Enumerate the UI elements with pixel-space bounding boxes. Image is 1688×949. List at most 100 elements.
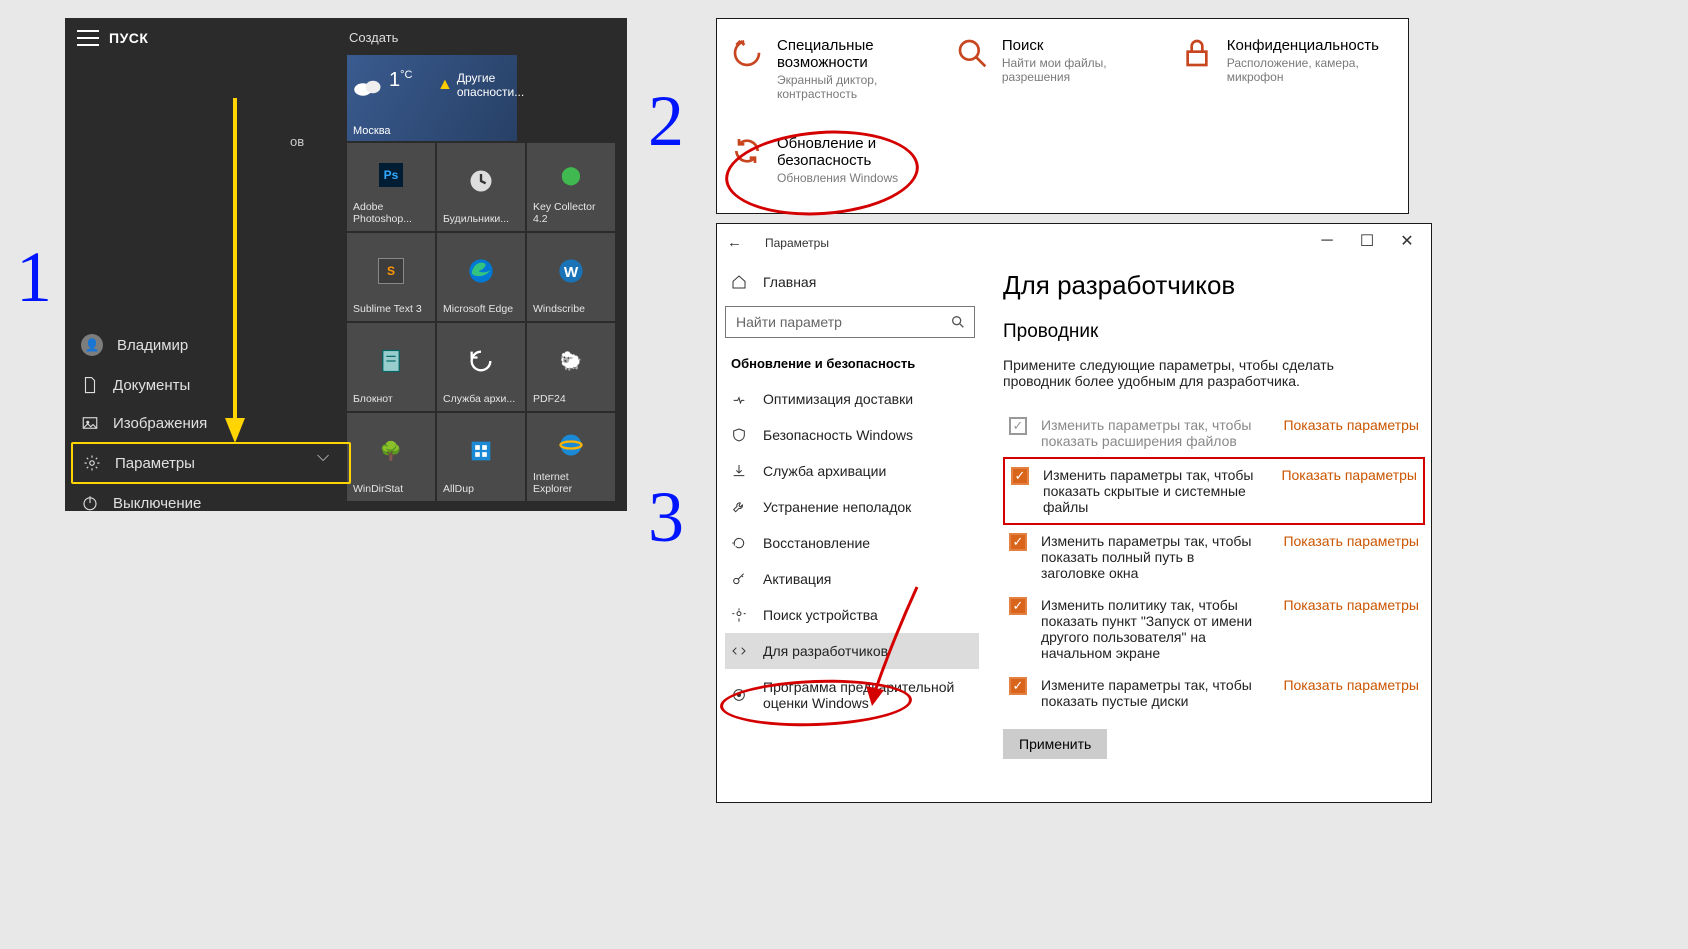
nav-recovery[interactable]: Восстановление [725, 525, 979, 561]
nav-home[interactable]: Главная [725, 264, 979, 300]
documents-item[interactable]: Документы [71, 366, 351, 404]
tile-alarms[interactable]: Будильники... [437, 143, 525, 231]
option-full-path[interactable]: ✓ Изменить параметры так, чтобы показать… [1003, 525, 1425, 589]
show-link[interactable]: Показать параметры [1273, 677, 1419, 693]
cat-desc: Экранный диктор, контрастность [777, 73, 927, 101]
tile-label: AllDup [443, 483, 474, 495]
cat-title: Поиск [1002, 37, 1152, 54]
home-icon [731, 274, 747, 290]
tile-archive[interactable]: Служба архи... [437, 323, 525, 411]
history-icon [467, 347, 495, 375]
cloud-icon [353, 77, 383, 97]
show-link[interactable]: Показать параметры [1273, 597, 1419, 613]
checkbox[interactable]: ✓ [1009, 677, 1027, 695]
lock-icon [1181, 37, 1213, 69]
option-empty-drives[interactable]: ✓ Измените параметры так, чтобы показать… [1003, 669, 1425, 717]
settings-item[interactable]: Параметры [71, 442, 351, 484]
cat-desc: Расположение, камера, микрофон [1227, 56, 1377, 84]
step-1-label: 1 [16, 236, 52, 319]
maximize-button[interactable]: ☐ [1347, 227, 1387, 255]
settings-categories: Специальные возможностиЭкранный диктор, … [716, 18, 1409, 214]
apply-button[interactable]: Применить [1003, 729, 1107, 759]
weather-tile[interactable]: 1°C ▲Другиеопасности... Москва [347, 55, 517, 141]
power-icon [81, 494, 99, 512]
close-button[interactable]: ✕ [1387, 227, 1427, 255]
developer-icon [731, 643, 747, 659]
tile-alldup[interactable]: AllDup [437, 413, 525, 501]
tile-edge[interactable]: Microsoft Edge [437, 233, 525, 321]
alldup-icon [467, 437, 495, 465]
tile-label: Microsoft Edge [443, 303, 513, 315]
settings-window: ← Параметры ─ ☐ ✕ Главная Найти параметр… [716, 223, 1432, 803]
tile-label: Блокнот [353, 393, 393, 405]
windscribe-icon: W [557, 257, 585, 285]
show-link[interactable]: Показать параметры [1273, 417, 1419, 433]
shield-icon [731, 427, 747, 443]
option-label: Изменить параметры так, чтобы показать п… [1041, 533, 1261, 581]
nav-findmydevice[interactable]: Поиск устройства [725, 597, 979, 633]
nav-label: Устранение неполадок [763, 499, 911, 515]
checkbox[interactable]: ✓ [1009, 533, 1027, 551]
nav-label: Безопасность Windows [763, 427, 913, 443]
tile-keycollector[interactable]: ⬤Key Collector 4.2 [527, 143, 615, 231]
insider-icon [731, 687, 747, 703]
user-account[interactable]: 👤 Владимир [71, 324, 351, 366]
step-3-label: 3 [648, 476, 684, 559]
step-2-label: 2 [648, 80, 684, 163]
option-label: Изменить политику так, чтобы показать пу… [1041, 597, 1261, 661]
tile-windscribe[interactable]: W Windscribe [527, 233, 615, 321]
user-name: Владимир [117, 337, 188, 354]
tile-pdf24[interactable]: 🐑PDF24 [527, 323, 615, 411]
document-icon [81, 376, 99, 394]
backup-icon [731, 463, 747, 479]
nav-insider[interactable]: Программа предварительной оценки Windows [725, 669, 979, 721]
cat-title: Конфиденциальность [1227, 37, 1379, 54]
search-icon [950, 314, 966, 330]
power-item[interactable]: Выключение [71, 484, 351, 522]
nav-developers[interactable]: Для разработчиков [725, 633, 979, 669]
checkbox[interactable]: ✓ [1009, 417, 1027, 435]
nav-label: Активация [763, 571, 831, 587]
category-search[interactable]: ПоискНайти мои файлы, разрешения [956, 37, 1181, 101]
window-title: Параметры [765, 236, 829, 250]
nav-label: Восстановление [763, 535, 870, 551]
tile-notepad[interactable]: Блокнот [347, 323, 435, 411]
category-update-security[interactable]: Обновление и безопасностьОбновления Wind… [731, 135, 963, 185]
section-title: Проводник [1003, 321, 1425, 343]
chevron-down-icon[interactable]: ⌵ [317, 448, 329, 466]
nav-security[interactable]: Безопасность Windows [725, 417, 979, 453]
option-hidden-files[interactable]: ✓ Изменить параметры так, чтобы показать… [1003, 457, 1425, 525]
tile-windirstat[interactable]: 🌳WinDirStat [347, 413, 435, 501]
category-privacy[interactable]: Конфиденциальность Расположение, камера, … [1181, 37, 1394, 101]
option-label: Изменить параметры так, чтобы показать р… [1041, 417, 1261, 449]
tile-label: PDF24 [533, 393, 566, 405]
hamburger-icon[interactable] [77, 30, 99, 46]
tile-label: Windscribe [533, 303, 585, 315]
minimize-button[interactable]: ─ [1307, 227, 1347, 255]
checkbox[interactable]: ✓ [1009, 597, 1027, 615]
delivery-icon [731, 391, 747, 407]
back-button[interactable]: ← [727, 234, 742, 251]
search-icon [956, 37, 988, 69]
tile-photoshop[interactable]: PsAdobe Photoshop... [347, 143, 435, 231]
nav-activation[interactable]: Активация [725, 561, 979, 597]
nav-troubleshoot[interactable]: Устранение неполадок [725, 489, 979, 525]
sync-icon [731, 135, 763, 167]
weather-city: Москва [353, 125, 391, 137]
cat-title: Специальные возможности [777, 37, 956, 71]
option-runas[interactable]: ✓ Изменить политику так, чтобы показать … [1003, 589, 1425, 669]
clock-icon [467, 167, 495, 195]
pictures-item[interactable]: Изображения [71, 404, 351, 442]
nav-backup[interactable]: Служба архивации [725, 453, 979, 489]
checkbox[interactable]: ✓ [1011, 467, 1029, 485]
show-link[interactable]: Показать параметры [1273, 533, 1419, 549]
tile-sublime[interactable]: SSublime Text 3 [347, 233, 435, 321]
nav-delivery[interactable]: Оптимизация доставки [725, 381, 979, 417]
search-input[interactable]: Найти параметр [725, 306, 975, 338]
annotation-arrow [225, 98, 245, 448]
tile-ie[interactable]: Internet Explorer [527, 413, 615, 501]
start-menu: ПУСК ов Создать 1°C ▲Другиеопасности... … [65, 18, 627, 511]
category-accessibility[interactable]: Специальные возможностиЭкранный диктор, … [731, 37, 956, 101]
option-extensions[interactable]: ✓ Изменить параметры так, чтобы показать… [1003, 409, 1425, 457]
show-link[interactable]: Показать параметры [1271, 467, 1417, 483]
